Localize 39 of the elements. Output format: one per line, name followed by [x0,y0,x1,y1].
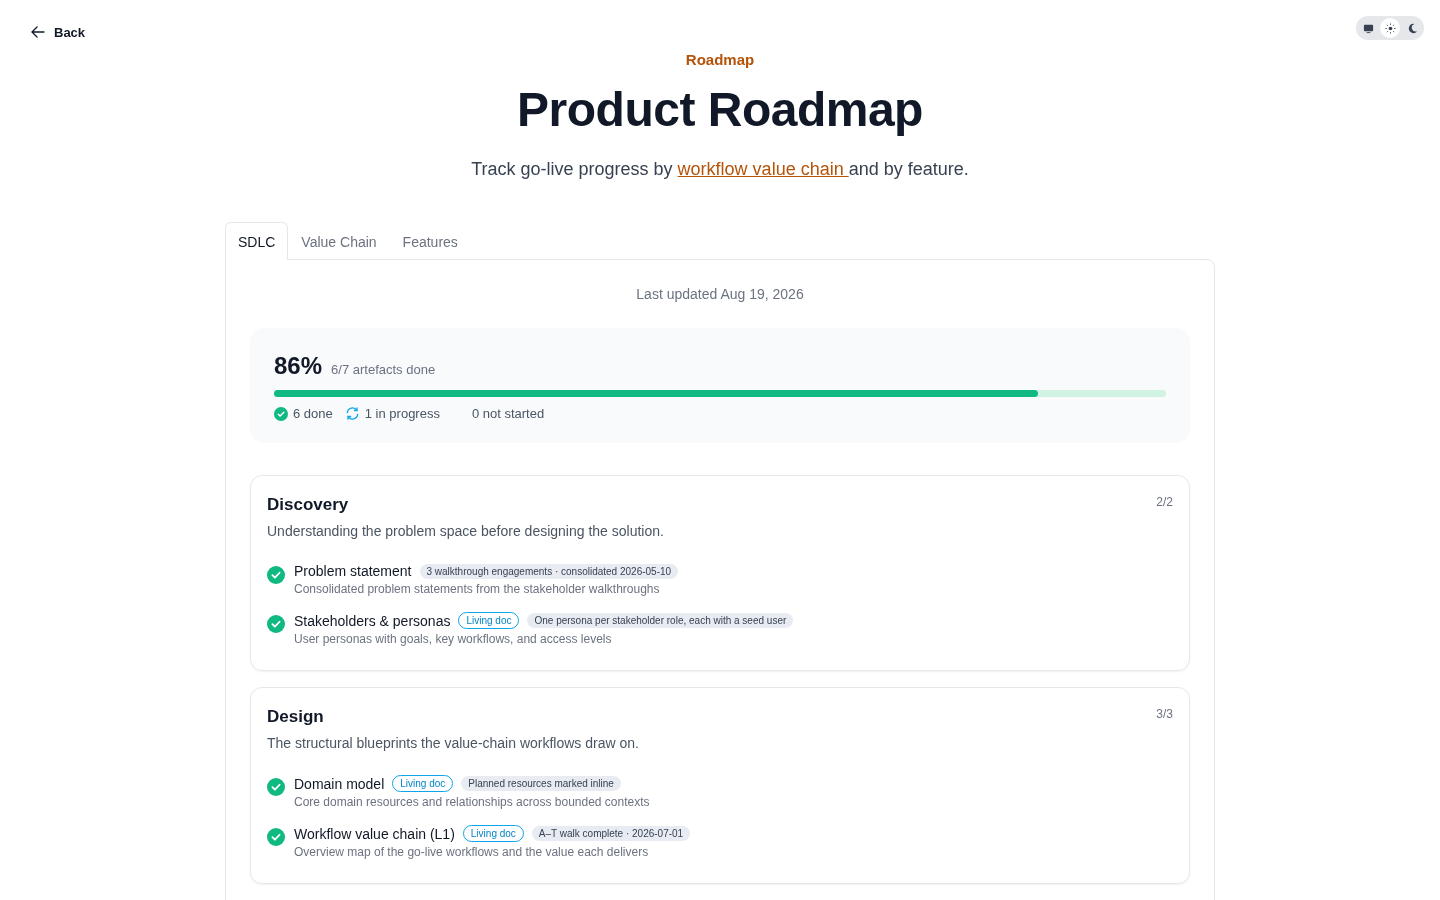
artefact-description: User personas with goals, key workflows, and access levels [294,632,613,646]
phase-description: Understanding the problem space before designing the solution. [267,523,665,539]
artefact-description: Overview map of the go-live workflows and the value each delivers [294,845,650,859]
moon-icon [1406,22,1418,34]
stat-label: 0 not started [471,406,545,421]
note-badge: 3 walkthrough engagements · consolidated 2026-05-10 [419,563,679,579]
sync-icon [344,406,360,421]
page-title: Product Roadmap [517,82,923,137]
check-circle-icon [274,406,288,421]
artefact-description: Consolidated problem statements from the stakeholder walkthroughs [294,582,661,596]
back-button[interactable]: Back [28,22,88,42]
monitor-icon [1362,22,1374,34]
artefacts-caption: 6/7 artefacts done [331,362,436,377]
tab[interactable]: Value Chain [288,222,390,260]
stat-label: 6 done [293,406,333,421]
phase-title: Discovery [267,495,349,515]
artefact-title: Problem statement [294,563,412,579]
percent-value: 86% [274,352,323,380]
note-badge: A–T walk complete · 2026-07-01 [531,826,691,841]
value-chain-link[interactable]: workflow value chain [677,159,849,179]
subtitle: Track go-live progress by workflow value chain and by feature. [471,159,969,180]
artefact-title: Domain model [294,775,385,792]
phase-count: 3/3 [1156,707,1173,723]
arrow-left-icon [30,24,46,40]
sun-icon [1384,22,1396,34]
tab[interactable]: SDLC [225,222,289,260]
phase-title: Design [267,707,324,727]
phase-count: 2/2 [1156,495,1173,511]
tab[interactable]: Features [389,222,471,260]
note-badge: One persona per stakeholder role, each with a seed user [527,613,794,628]
eyebrow-label: Roadmap [685,51,755,68]
artefact-description: Core domain resources and relationships across bounded contexts [294,795,650,809]
stat-label: 1 in progress [364,406,440,421]
theme-button[interactable] [1380,18,1400,38]
phase-description: The structural blueprints the value-chain workflows draw on. [267,735,640,751]
artefact-title: Workflow value chain (L1) [294,825,455,842]
artefact-title: Stakeholders & personas [294,612,451,629]
note-badge: Planned resources marked inline [461,776,621,791]
last-updated: Last updated Aug 19, 2026 [635,286,805,302]
